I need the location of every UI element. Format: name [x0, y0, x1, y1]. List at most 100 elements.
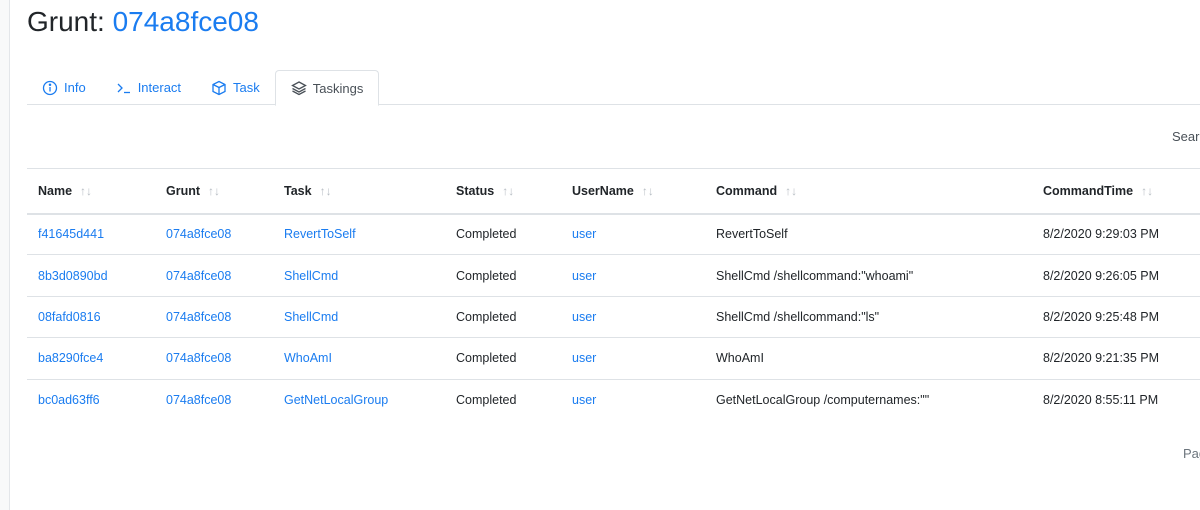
cell-status: Completed: [445, 379, 561, 420]
status-text: Completed: [456, 393, 517, 407]
command-text: WhoAmI: [716, 351, 764, 366]
cell-task: ShellCmd: [273, 296, 445, 337]
column-header-grunt[interactable]: Grunt ↑↓: [155, 169, 273, 214]
task-link[interactable]: GetNetLocalGroup: [284, 393, 388, 407]
name-link[interactable]: ba8290fce4: [38, 351, 103, 365]
tab-bar: Info Interact Task Taskings: [27, 70, 1200, 106]
cell-time: 8/2/2020 9:29:03 PM: [1032, 214, 1200, 255]
sort-icon[interactable]: ↑↓: [320, 184, 332, 198]
grunt-link[interactable]: 074a8fce08: [166, 351, 231, 365]
sort-icon[interactable]: ↑↓: [785, 184, 797, 198]
column-label: Name: [38, 183, 73, 198]
cell-command: WhoAmI: [705, 338, 1032, 379]
name-link[interactable]: f41645d441: [38, 227, 104, 241]
cell-name: 08fafd0816: [27, 296, 155, 337]
cell-grunt: 074a8fce08: [155, 214, 273, 255]
column-label: Grunt: [166, 183, 201, 198]
cell-time: 8/2/2020 8:55:11 PM: [1032, 379, 1200, 420]
column-label: UserName: [572, 183, 634, 198]
name-link[interactable]: 08fafd0816: [38, 310, 101, 324]
time-text: 8/2/2020 9:29:03 PM: [1043, 227, 1160, 242]
task-link[interactable]: RevertToSelf: [284, 227, 356, 241]
tab-info[interactable]: Info: [27, 70, 101, 105]
tab-label: Task: [233, 80, 260, 95]
name-link[interactable]: bc0ad63ff6: [38, 393, 100, 407]
cell-user: user: [561, 255, 705, 296]
cell-name: bc0ad63ff6: [27, 379, 155, 420]
sidebar-edge: [0, 0, 10, 510]
cell-user: user: [561, 296, 705, 337]
column-header-user[interactable]: UserName ↑↓: [561, 169, 705, 214]
tab-label: Taskings: [312, 80, 364, 96]
user-link[interactable]: user: [572, 269, 596, 283]
cell-task: RevertToSelf: [273, 214, 445, 255]
grunt-link[interactable]: 074a8fce08: [166, 227, 231, 241]
user-link[interactable]: user: [572, 227, 596, 241]
cell-command: GetNetLocalGroup /computernames:"": [705, 379, 1032, 420]
column-header-name[interactable]: Name ↑↓: [27, 169, 155, 214]
cell-grunt: 074a8fce08: [155, 379, 273, 420]
column-header-time[interactable]: CommandTime ↑↓: [1032, 169, 1200, 214]
sort-icon[interactable]: ↑↓: [1141, 184, 1153, 198]
cell-status: Completed: [445, 296, 561, 337]
pagination-label: Pag: [1183, 446, 1200, 461]
grunt-name-link[interactable]: 074a8fce08: [113, 6, 259, 37]
cell-grunt: 074a8fce08: [155, 338, 273, 379]
grunt-link[interactable]: 074a8fce08: [166, 269, 231, 283]
cell-task: GetNetLocalGroup: [273, 379, 445, 420]
task-link[interactable]: WhoAmI: [284, 351, 332, 365]
grunt-link[interactable]: 074a8fce08: [166, 393, 231, 407]
status-text: Completed: [456, 268, 517, 283]
cell-grunt: 074a8fce08: [155, 296, 273, 337]
cell-user: user: [561, 379, 705, 420]
tab-taskings[interactable]: Taskings: [274, 70, 380, 106]
tab-task[interactable]: Task: [196, 70, 275, 105]
page-title: Grunt: 074a8fce08: [27, 6, 259, 38]
task-link[interactable]: ShellCmd: [284, 310, 338, 324]
cell-user: user: [561, 214, 705, 255]
table-row: 08fafd0816 074a8fce08 ShellCmd Completed use…: [27, 296, 1200, 338]
time-text: 8/2/2020 9:25:48 PM: [1043, 309, 1160, 324]
sort-icon[interactable]: ↑↓: [80, 184, 92, 198]
cell-grunt: 074a8fce08: [155, 255, 273, 296]
tab-interact[interactable]: Interact: [101, 70, 196, 105]
user-link[interactable]: user: [572, 351, 596, 365]
cell-command: ShellCmd /shellcommand:"ls": [705, 296, 1032, 337]
taskings-table: Name ↑↓ Grunt ↑↓ Task ↑↓ Status ↑↓ UserName ↑↓ Com…: [27, 168, 1200, 420]
column-label: Task: [284, 183, 312, 198]
user-link[interactable]: user: [572, 393, 596, 407]
column-header-command[interactable]: Command ↑↓: [705, 169, 1032, 214]
sort-icon[interactable]: ↑↓: [502, 184, 514, 198]
column-label: Status: [456, 183, 495, 198]
cell-user: user: [561, 338, 705, 379]
table-row: ba8290fce4 074a8fce08 WhoAmI Completed user W…: [27, 338, 1200, 380]
tab-label: Info: [64, 80, 86, 95]
cell-status: Completed: [445, 255, 561, 296]
cell-time: 8/2/2020 9:21:35 PM: [1032, 338, 1200, 379]
box-icon: [212, 80, 226, 95]
cell-name: 8b3d0890bd: [27, 255, 155, 296]
column-header-status[interactable]: Status ↑↓: [445, 169, 561, 214]
user-link[interactable]: user: [572, 310, 596, 324]
sort-icon[interactable]: ↑↓: [208, 184, 220, 198]
layers-icon: [290, 81, 307, 96]
cell-name: f41645d441: [27, 214, 155, 255]
grunt-link[interactable]: 074a8fce08: [166, 310, 231, 324]
column-label: CommandTime: [1043, 183, 1134, 198]
sort-icon[interactable]: ↑↓: [642, 184, 654, 198]
cell-status: Completed: [445, 214, 561, 255]
task-link[interactable]: ShellCmd: [284, 269, 338, 283]
cell-task: ShellCmd: [273, 255, 445, 296]
table-row: 8b3d0890bd 074a8fce08 ShellCmd Completed use…: [27, 255, 1200, 297]
command-text: GetNetLocalGroup /computernames:"": [716, 393, 930, 407]
name-link[interactable]: 8b3d0890bd: [38, 269, 108, 283]
table-row: bc0ad63ff6 074a8fce08 GetNetLocalGroup Comp…: [27, 379, 1200, 420]
info-circle-icon: [42, 80, 58, 95]
command-text: ShellCmd /shellcommand:"whoami": [716, 268, 914, 283]
time-text: 8/2/2020 8:55:11 PM: [1043, 393, 1159, 407]
command-text: RevertToSelf: [716, 227, 788, 242]
status-text: Completed: [456, 309, 517, 324]
time-text: 8/2/2020 9:21:35 PM: [1043, 351, 1160, 366]
time-text: 8/2/2020 9:26:05 PM: [1043, 268, 1160, 283]
column-header-task[interactable]: Task ↑↓: [273, 169, 445, 214]
